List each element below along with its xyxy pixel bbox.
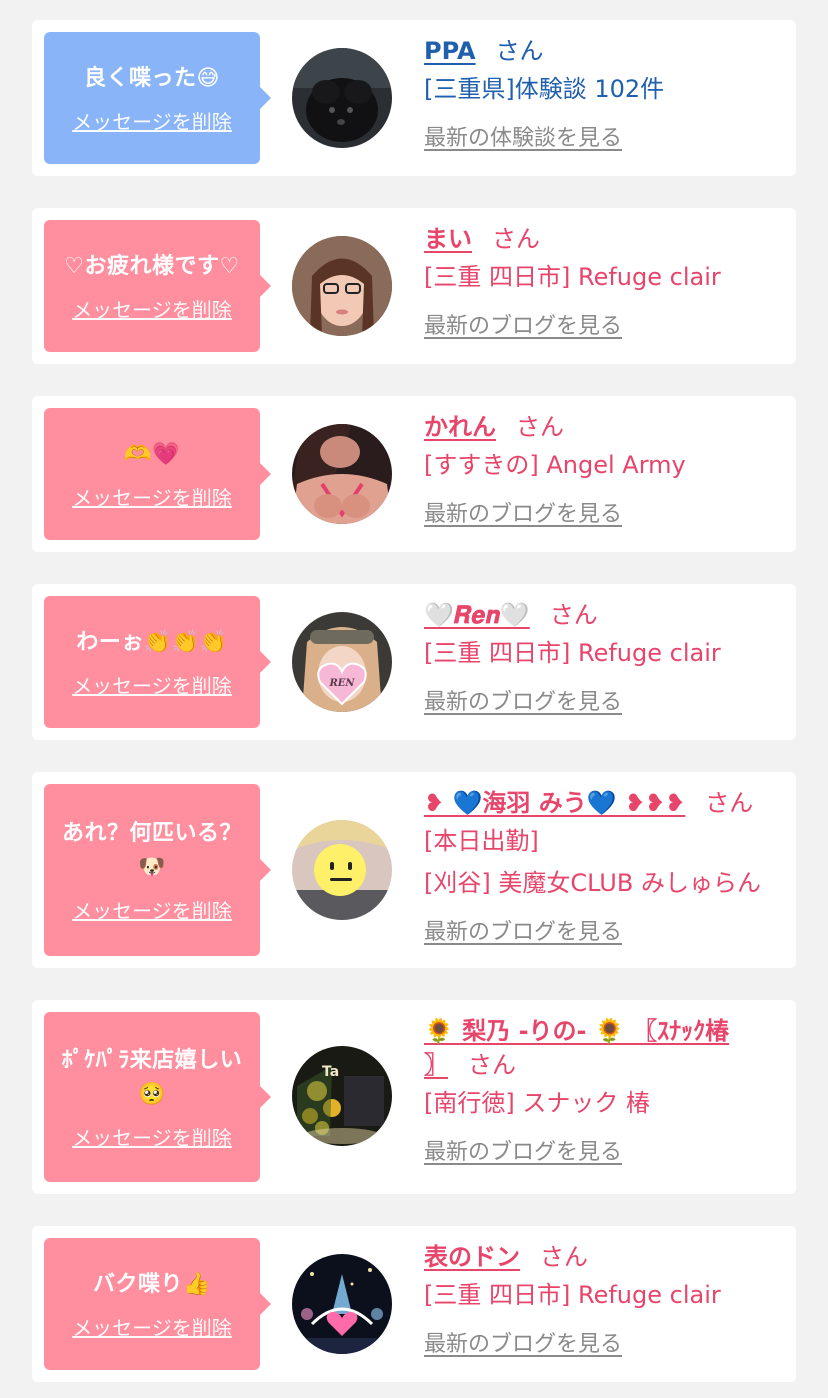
delete-message-link[interactable]: メッセージを削除 bbox=[72, 670, 232, 699]
honorific: さん bbox=[705, 789, 754, 817]
user-name-link[interactable]: 🤍𝑹𝒆𝒏🤍 bbox=[424, 601, 530, 629]
message-text-line: 🐶 bbox=[138, 854, 166, 880]
delete-message-link[interactable]: メッセージを削除 bbox=[72, 895, 232, 924]
user-name-link[interactable]: 🌻 梨乃 -りの- 🌻 〖ｽﾅｯｸ椿 bbox=[424, 1017, 729, 1045]
latest-link[interactable]: 最新のブログを見る bbox=[424, 494, 786, 536]
user-info-line: [すすきの] Angel Army bbox=[424, 451, 686, 479]
latest-link[interactable]: 最新のブログを見る bbox=[424, 1324, 786, 1366]
message-card: 🫶💗 メッセージを削除 かれん さん [すすきの] Angel Army 最新のブ… bbox=[32, 396, 796, 552]
delete-message-link[interactable]: メッセージを削除 bbox=[72, 294, 232, 323]
message-text-line: 🥺 bbox=[138, 1081, 166, 1107]
message-bubble: ﾎﾟｹﾊﾟﾗ来店嬉しい 🥺 メッセージを削除 bbox=[44, 1012, 271, 1182]
latest-link[interactable]: 最新のブログを見る bbox=[424, 1132, 786, 1174]
honorific: さん bbox=[468, 1051, 516, 1079]
message-card: ﾎﾟｹﾊﾟﾗ来店嬉しい 🥺 メッセージを削除 Ta 🌻 梨乃 -りの- 🌻 〖ｽ… bbox=[32, 1000, 796, 1194]
message-bubble: 🫶💗 メッセージを削除 bbox=[44, 408, 271, 540]
message-card: 良く喋った😅 メッセージを削除 PPA さん [三重県]体験談 102件 最新の体… bbox=[32, 20, 796, 176]
user-name-link[interactable]: PPA bbox=[424, 37, 476, 65]
avatar[interactable] bbox=[292, 820, 392, 920]
message-text-line: ﾎﾟｹﾊﾟﾗ来店嬉しい bbox=[61, 1047, 243, 1073]
honorific: さん bbox=[516, 413, 564, 441]
message-text-line: あれ？何匹いる？ bbox=[61, 820, 242, 846]
message-text: わーぉ👏👏👏 bbox=[76, 629, 228, 655]
user-name-link[interactable]: 表のドン bbox=[424, 1243, 520, 1271]
honorific: さん bbox=[495, 37, 544, 65]
message-text: 良く喋った😅 bbox=[84, 65, 220, 91]
user-name-link-cont[interactable]: 〗 bbox=[424, 1051, 448, 1079]
message-bubble: 良く喋った😅 メッセージを削除 bbox=[44, 32, 271, 164]
message-card: わーぉ👏👏👏 メッセージを削除 REN 🤍𝑹𝒆𝒏🤍 さん [三重 四日市] Ref… bbox=[32, 584, 796, 740]
message-card: あれ？何匹いる？ 🐶 メッセージを削除 ❥ 💙海羽 みう💙 ❥❥❥ さん [本日出… bbox=[32, 772, 796, 968]
user-info-line: [三重 四日市] Refuge clair bbox=[424, 1281, 721, 1309]
message-text: 🫶💗 bbox=[124, 441, 180, 467]
message-card: バク喋り👍 メッセージを削除 表のドン さん [三重 四日市] Refuge cl… bbox=[32, 1226, 796, 1382]
latest-link[interactable]: 最新のブログを見る bbox=[424, 306, 786, 348]
delete-message-link[interactable]: メッセージを削除 bbox=[72, 1122, 232, 1151]
avatar[interactable] bbox=[292, 424, 392, 524]
user-info-line: [三重 四日市] Refuge clair bbox=[424, 263, 721, 291]
message-bubble: わーぉ👏👏👏 メッセージを削除 bbox=[44, 596, 271, 728]
delete-message-link[interactable]: メッセージを削除 bbox=[72, 106, 232, 135]
delete-message-link[interactable]: メッセージを削除 bbox=[72, 482, 232, 511]
user-info-line: [三重 四日市] Refuge clair bbox=[424, 639, 721, 667]
message-text: バク喋り👍 bbox=[93, 1271, 211, 1297]
message-bubble: ♡お疲れ様です♡ メッセージを削除 bbox=[44, 220, 271, 352]
message-text: ♡お疲れ様です♡ bbox=[64, 253, 240, 279]
message-bubble: あれ？何匹いる？ 🐶 メッセージを削除 bbox=[44, 784, 271, 956]
svg-text:REN: REN bbox=[328, 678, 355, 689]
user-name-link[interactable]: かれん bbox=[424, 413, 496, 441]
honorific: さん bbox=[549, 601, 598, 629]
avatar[interactable]: Ta bbox=[292, 1046, 392, 1146]
delete-message-link[interactable]: メッセージを削除 bbox=[72, 1312, 232, 1341]
user-info-line: [本日出勤] bbox=[424, 827, 539, 855]
latest-link[interactable]: 最新のブログを見る bbox=[424, 682, 786, 724]
avatar[interactable] bbox=[292, 236, 392, 336]
avatar[interactable] bbox=[292, 1254, 392, 1354]
user-info-line: [三重県]体験談 102件 bbox=[424, 75, 665, 103]
svg-text:Ta: Ta bbox=[322, 1064, 339, 1080]
user-info-line: [南行徳] スナック 椿 bbox=[424, 1089, 650, 1117]
avatar[interactable] bbox=[292, 48, 392, 148]
honorific: さん bbox=[540, 1243, 588, 1271]
message-bubble: バク喋り👍 メッセージを削除 bbox=[44, 1238, 271, 1370]
message-card: ♡お疲れ様です♡ メッセージを削除 まい さん [三重 四日市] Refuge c… bbox=[32, 208, 796, 364]
latest-link[interactable]: 最新の体験談を見る bbox=[424, 118, 786, 160]
latest-link[interactable]: 最新のブログを見る bbox=[424, 912, 786, 954]
user-name-link[interactable]: まい bbox=[424, 225, 472, 253]
honorific: さん bbox=[492, 225, 540, 253]
user-name-link[interactable]: ❥ 💙海羽 みう💙 ❥❥❥ bbox=[424, 789, 685, 817]
user-info-line: [刈谷] 美魔女CLUB みしゅらん bbox=[424, 869, 761, 897]
avatar[interactable]: REN bbox=[292, 612, 392, 712]
